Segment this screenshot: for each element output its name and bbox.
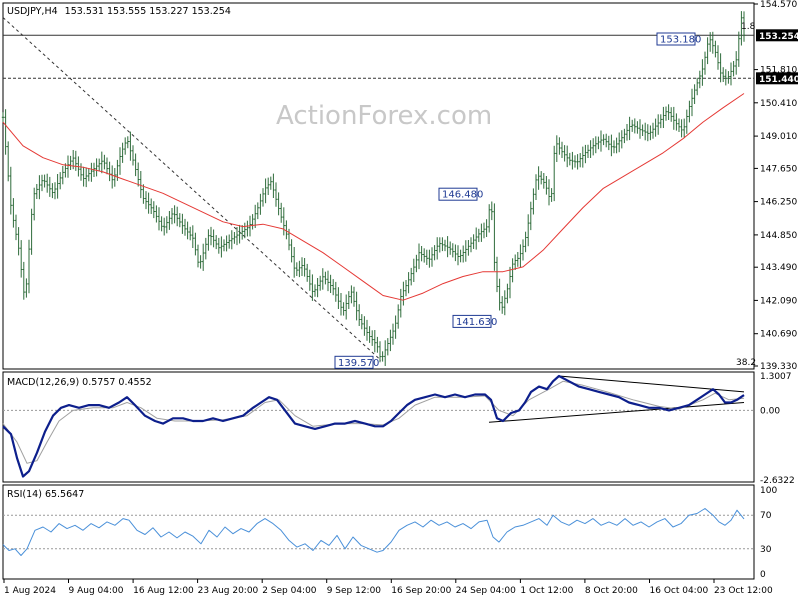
support-price-text: 151.440: [759, 75, 800, 85]
current-price-text: 153.254: [759, 32, 800, 42]
symbol-tspan: USDJPY,H4: [7, 6, 58, 17]
x-axis-label: 1 Oct 12:00: [520, 586, 573, 596]
macd-axis-tick: 0.00: [760, 406, 780, 416]
price-axis-tick: 146.250: [760, 198, 797, 208]
chart-stage: ActionForex.com 153.180 146.480 141.630 139…: [0, 0, 800, 600]
x-axis-label: 8 Oct 20:00: [585, 586, 638, 596]
price-axis-tick: 149.010: [760, 132, 797, 142]
rsi-axis-tick: 70: [760, 511, 772, 521]
rsi-axis-tick: 100: [760, 486, 777, 496]
price-point-label: 141.630: [456, 317, 497, 328]
price-axis-tick: 140.690: [760, 330, 797, 340]
watermark: ActionForex.com: [276, 101, 492, 131]
x-axis-label: 9 Aug 04:00: [69, 586, 124, 596]
macd-label: MACD(12,26,9) 0.5757 0.4552: [7, 377, 152, 388]
rsi-label: RSI(14) 65.5647: [7, 489, 84, 500]
price-point-label: 139.570: [338, 358, 379, 369]
price-axis-tick: 142.090: [760, 296, 797, 306]
macd-axis-tick: -2.6322: [760, 476, 795, 486]
price-pane: [2, 2, 755, 370]
x-axis-label: 16 Oct 04:00: [650, 586, 709, 596]
fib-top-label: 1.8: [741, 22, 756, 32]
price-axis-tick: 144.850: [760, 231, 797, 241]
rsi-axis-tick: 30: [760, 545, 772, 555]
x-axis-label: 23 Oct 12:00: [714, 586, 773, 596]
x-axis-label: 2 Sep 04:00: [262, 586, 317, 596]
fib-382-label: 38.2: [736, 358, 756, 368]
x-axis-label: 9 Sep 12:00: [327, 586, 382, 596]
macd-axis-tick: 1.3007: [760, 372, 792, 382]
price-point-label: 146.480: [442, 190, 483, 201]
x-axis-label: 16 Sep 20:00: [391, 586, 451, 596]
x-axis-label: 24 Sep 04:00: [456, 586, 516, 596]
price-point-label: 153.180: [660, 35, 701, 46]
x-axis-label: 1 Aug 2024: [4, 586, 56, 596]
x-axis-label: 16 Aug 12:00: [133, 586, 194, 596]
price-axis-tick: 143.490: [760, 263, 797, 273]
price-axis-tick: 154.570: [760, 0, 797, 10]
price-axis-tick: 150.410: [760, 99, 797, 109]
rsi-pane: [2, 484, 755, 580]
rsi-axis-tick: 0: [760, 570, 766, 580]
ohlc-tspan: 153.531 153.555 153.227 153.254: [65, 6, 231, 17]
x-axis-label: 23 Aug 20:00: [198, 586, 259, 596]
symbol-label: USDJPY,H4 153.531 153.555 153.227 153.25…: [7, 6, 231, 17]
price-axis-tick: 139.330: [760, 362, 797, 372]
chart-svg: ActionForex.com 153.180 146.480 141.630 139…: [1, 0, 800, 596]
price-axis-tick: 147.650: [760, 164, 797, 174]
